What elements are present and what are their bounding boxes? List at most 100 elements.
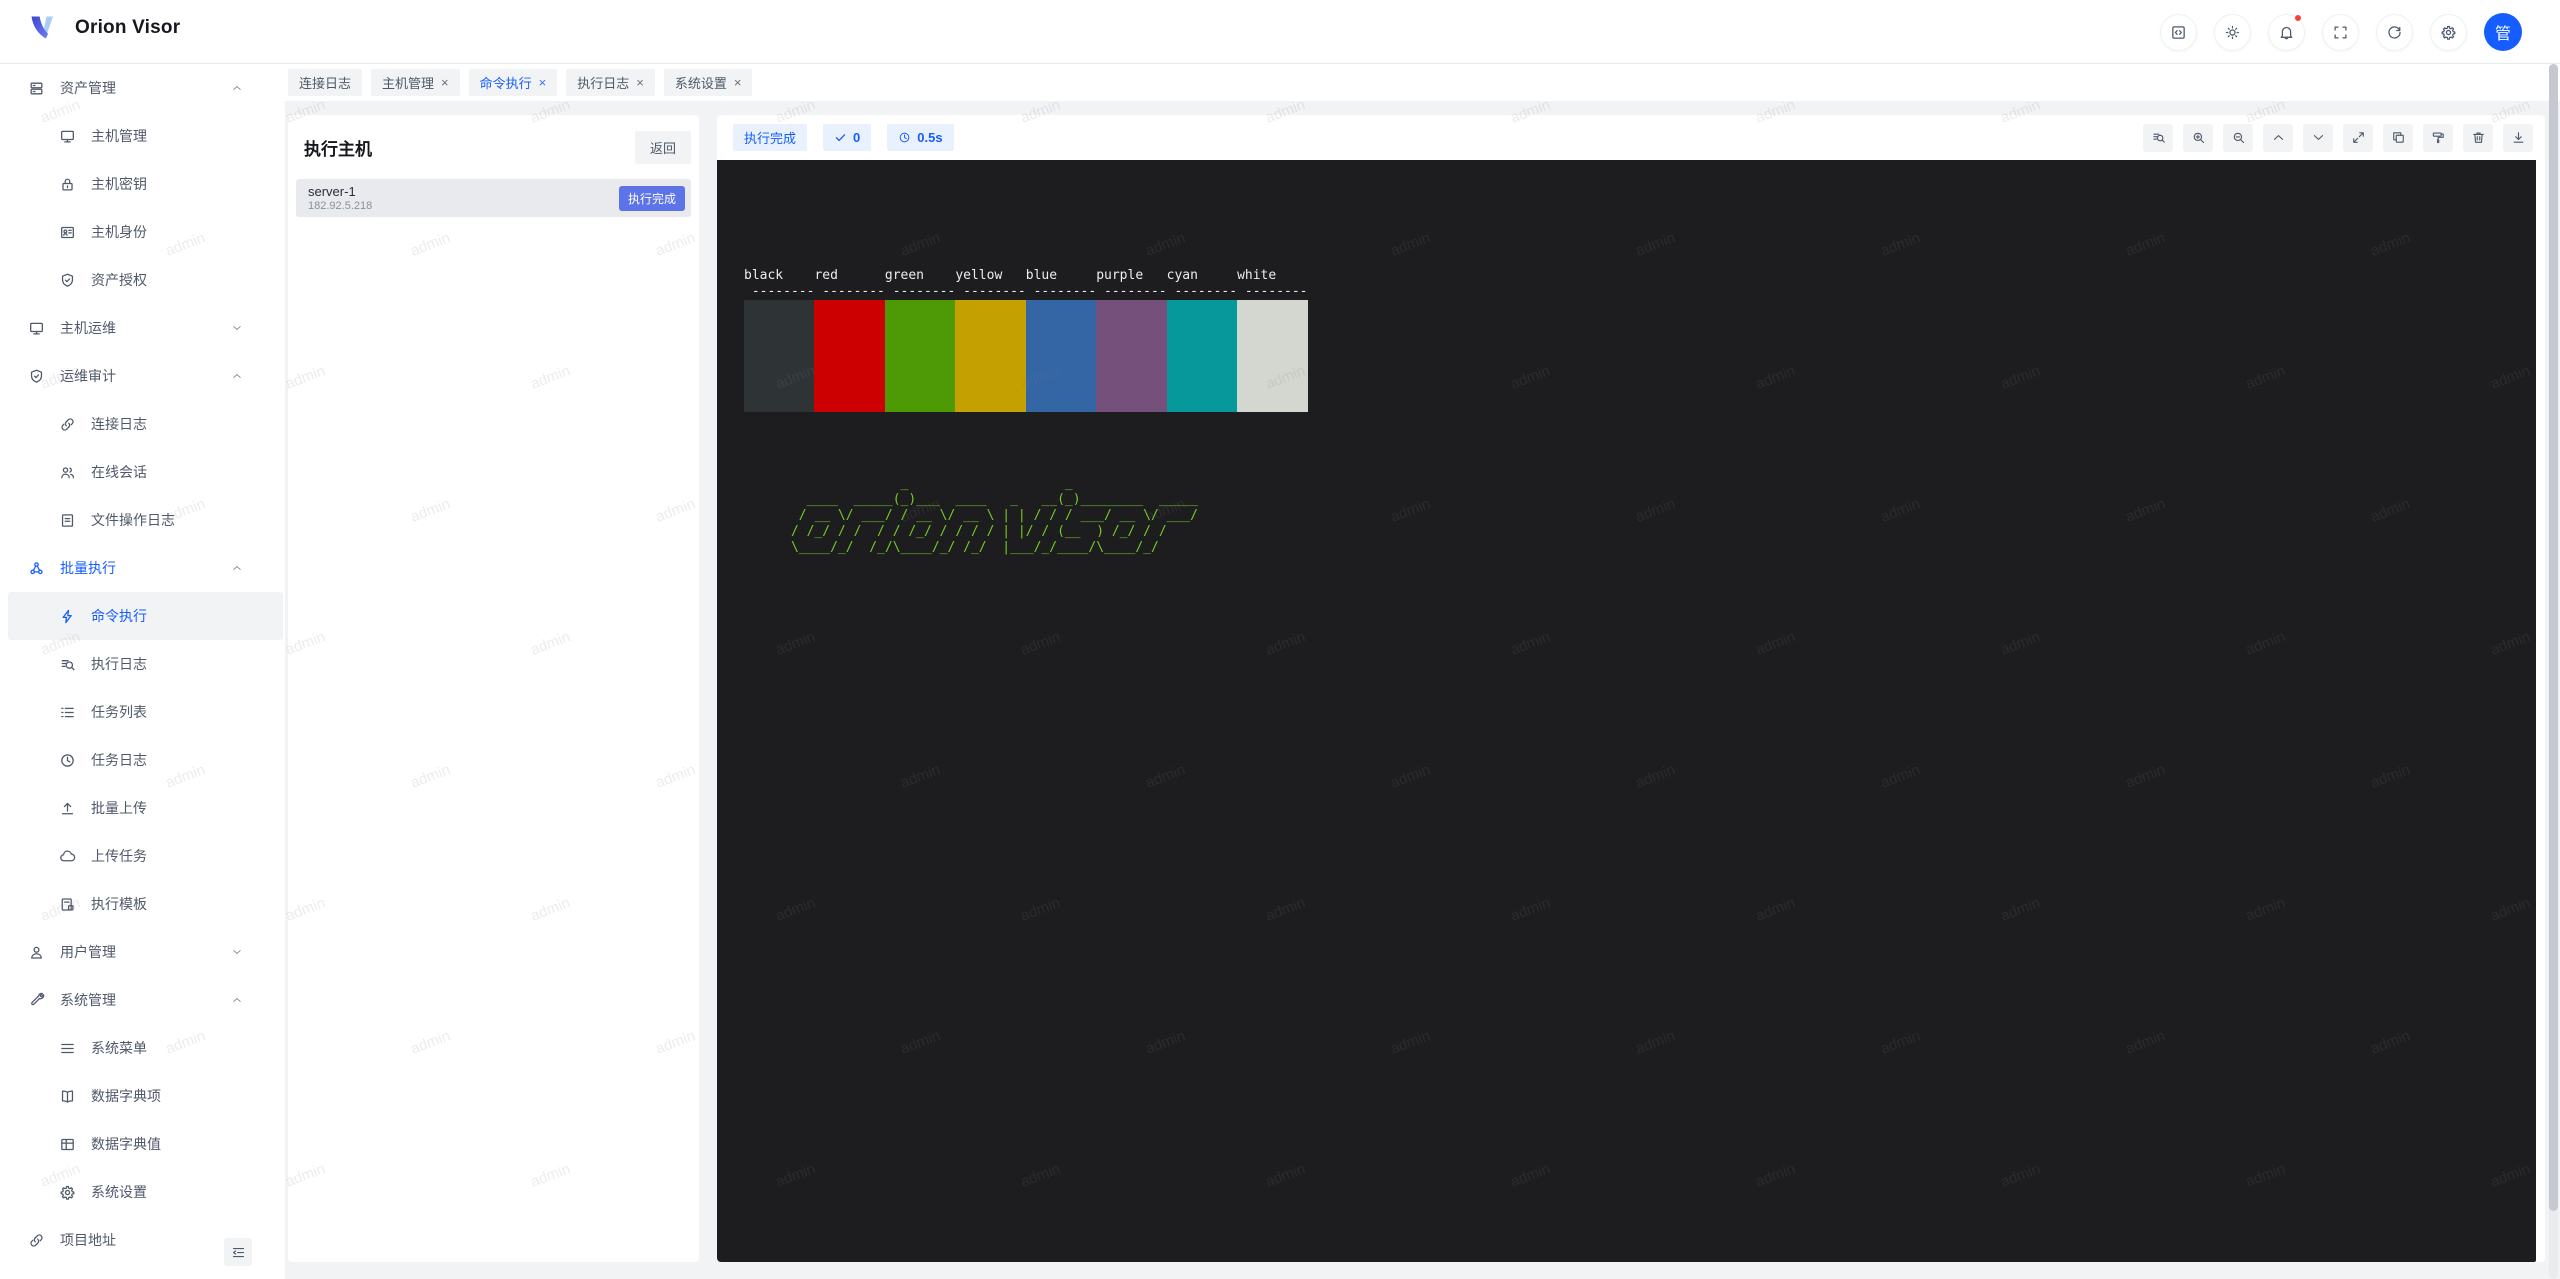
tab-bar: 连接日志主机管理× 命令执行× 执行日志× 系统设置 × bbox=[285, 64, 2560, 101]
chev-down-button[interactable] bbox=[2303, 124, 2333, 152]
sidebar-item-label: 批量上传 bbox=[91, 798, 147, 818]
tab-系统设置[interactable]: 系统设置 × bbox=[664, 69, 753, 96]
tab-label: 系统设置 bbox=[675, 73, 727, 92]
expand-button[interactable] bbox=[2343, 124, 2373, 152]
sidebar-item-任务日志[interactable]: 任务日志 bbox=[0, 736, 285, 784]
sidebar-item-label: 命令执行 bbox=[91, 606, 147, 626]
close-icon[interactable]: × bbox=[636, 76, 644, 89]
tab-命令执行[interactable]: 命令执行× bbox=[469, 69, 558, 96]
sidebar-item-运维审计[interactable]: 运维审计 bbox=[0, 352, 285, 400]
color-block-blue bbox=[1026, 300, 1096, 412]
table-icon bbox=[59, 1136, 76, 1153]
zoom-in-button[interactable] bbox=[2183, 124, 2213, 152]
chevron-down-icon bbox=[231, 322, 243, 334]
sidebar-item-命令执行[interactable]: 命令执行 bbox=[8, 592, 283, 640]
sidebar-item-主机身份[interactable]: 主机身份 bbox=[0, 208, 285, 256]
sidebar-item-文件操作日志[interactable]: 文件操作日志 bbox=[0, 496, 285, 544]
upload-icon bbox=[59, 800, 76, 817]
color-block-red bbox=[814, 300, 884, 412]
fullscreen-button[interactable] bbox=[2322, 14, 2359, 51]
cluster-icon bbox=[28, 560, 45, 577]
settings-icon bbox=[2440, 24, 2457, 41]
chev-up-icon bbox=[2271, 130, 2286, 145]
sidebar-menu: 资产管理主机管理主机密钥主机身份资产授权主机运维运维审计连接日志在线会话文件操作… bbox=[0, 64, 285, 1264]
brush-button[interactable] bbox=[2423, 124, 2453, 152]
exit-code-badge: 0 bbox=[823, 124, 871, 151]
sidebar-item-label: 数据字典值 bbox=[91, 1134, 161, 1154]
color-blocks-row bbox=[744, 300, 2536, 412]
color-block-cyan bbox=[1167, 300, 1237, 412]
color-block-white bbox=[1237, 300, 1307, 412]
sidebar-item-资产授权[interactable]: 资产授权 bbox=[0, 256, 285, 304]
tab-连接日志[interactable]: 连接日志 bbox=[288, 69, 362, 96]
color-dashes-row: -------- -------- -------- -------- ----… bbox=[744, 284, 2536, 300]
sidebar-item-系统管理[interactable]: 系统管理 bbox=[0, 976, 285, 1024]
sidebar-item-批量执行[interactable]: 批量执行 bbox=[0, 544, 285, 592]
sidebar-item-上传任务[interactable]: 上传任务 bbox=[0, 832, 285, 880]
sidebar-item-批量上传[interactable]: 批量上传 bbox=[0, 784, 285, 832]
settings-button[interactable] bbox=[2430, 14, 2467, 51]
refresh-icon bbox=[2386, 24, 2403, 41]
sidebar-item-label: 用户管理 bbox=[60, 942, 116, 962]
sidebar-item-主机密钥[interactable]: 主机密钥 bbox=[0, 160, 285, 208]
sidebar-item-数据字典项[interactable]: 数据字典项 bbox=[0, 1072, 285, 1120]
copy-button[interactable] bbox=[2383, 124, 2413, 152]
chevron-up-icon bbox=[231, 562, 243, 574]
sidebar-item-执行日志[interactable]: 执行日志 bbox=[0, 640, 285, 688]
storage-icon bbox=[28, 80, 45, 97]
sidebar-item-主机运维[interactable]: 主机运维 bbox=[0, 304, 285, 352]
notification-icon bbox=[2278, 24, 2295, 41]
close-icon[interactable]: × bbox=[441, 76, 449, 89]
color-labels-row: blackredgreenyellowbluepurplecyanwhite bbox=[744, 268, 2536, 284]
sidebar-item-label: 数据字典项 bbox=[91, 1086, 161, 1106]
avatar[interactable]: 管 bbox=[2484, 13, 2522, 51]
tab-执行日志[interactable]: 执行日志× bbox=[566, 69, 655, 96]
menu-fold-icon bbox=[231, 1245, 246, 1260]
close-icon[interactable]: × bbox=[539, 76, 547, 89]
trash-button[interactable] bbox=[2463, 124, 2493, 152]
tab-主机管理[interactable]: 主机管理× bbox=[371, 69, 460, 96]
theme-button[interactable] bbox=[2214, 14, 2251, 51]
sidebar-item-执行模板[interactable]: 执行模板 bbox=[0, 880, 285, 928]
close-icon[interactable]: × bbox=[734, 76, 742, 89]
host-list-item[interactable]: server-1 182.92.5.218 执行完成 bbox=[296, 179, 691, 217]
zoom-out-button[interactable] bbox=[2223, 124, 2253, 152]
wrench-icon bbox=[28, 992, 45, 1009]
monitor-icon bbox=[59, 128, 76, 145]
search-log-icon bbox=[2151, 130, 2166, 145]
ascii-art-banner: _ _ ____ _____(_)___ ____ _ __(_)_______… bbox=[744, 476, 2536, 556]
link-icon bbox=[59, 416, 76, 433]
link-icon bbox=[28, 1232, 45, 1249]
sidebar-item-用户管理[interactable]: 用户管理 bbox=[0, 928, 285, 976]
search-log-button[interactable] bbox=[2143, 124, 2173, 152]
sidebar-item-label: 主机密钥 bbox=[91, 174, 147, 194]
scrollbar-thumb[interactable] bbox=[2549, 64, 2558, 1211]
notification-button[interactable] bbox=[2268, 14, 2305, 51]
refresh-button[interactable] bbox=[2376, 14, 2413, 51]
sidebar-item-label: 上传任务 bbox=[91, 846, 147, 866]
user-icon bbox=[28, 944, 45, 961]
sidebar-item-主机管理[interactable]: 主机管理 bbox=[0, 112, 285, 160]
download-button[interactable] bbox=[2503, 124, 2533, 152]
color-block-black bbox=[744, 300, 814, 412]
sidebar-item-label: 主机身份 bbox=[91, 222, 147, 242]
window-scrollbar[interactable] bbox=[2549, 64, 2558, 1279]
sidebar-item-数据字典值[interactable]: 数据字典值 bbox=[0, 1120, 285, 1168]
host-panel: 执行主机 返回 server-1 182.92.5.218 执行完成 bbox=[288, 115, 699, 1262]
chev-up-button[interactable] bbox=[2263, 124, 2293, 152]
terminal-output[interactable]: blackredgreenyellowbluepurplecyanwhite -… bbox=[717, 160, 2536, 1262]
shield-icon bbox=[28, 368, 45, 385]
sidebar-item-系统菜单[interactable]: 系统菜单 bbox=[0, 1024, 285, 1072]
code-square-button[interactable] bbox=[2160, 14, 2197, 51]
sidebar-item-在线会话[interactable]: 在线会话 bbox=[0, 448, 285, 496]
back-button[interactable]: 返回 bbox=[635, 131, 691, 164]
sidebar-item-资产管理[interactable]: 资产管理 bbox=[0, 64, 285, 112]
color-label: black bbox=[744, 268, 814, 284]
sidebar: 资产管理主机管理主机密钥主机身份资产授权主机运维运维审计连接日志在线会话文件操作… bbox=[0, 64, 285, 1279]
collapse-sidebar-button[interactable] bbox=[224, 1238, 252, 1266]
theme-icon bbox=[2224, 24, 2241, 41]
sidebar-item-label: 主机运维 bbox=[60, 318, 116, 338]
sidebar-item-任务列表[interactable]: 任务列表 bbox=[0, 688, 285, 736]
sidebar-item-连接日志[interactable]: 连接日志 bbox=[0, 400, 285, 448]
sidebar-item-系统设置[interactable]: 系统设置 bbox=[0, 1168, 285, 1216]
